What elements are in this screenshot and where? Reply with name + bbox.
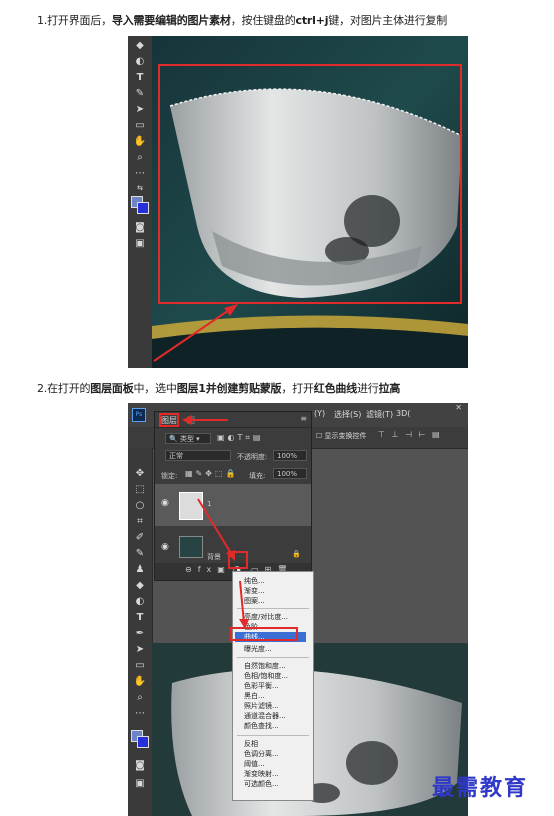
screenshot-1: ◆ ◐ T ✎ ➤ ▭ ✋ ⌕ ⋯ ⇆ ◙ ▣	[128, 36, 468, 368]
step1-instruction: 1.打开界面后，导入需要编辑的图片素材，按住键盘的ctrl+j键，对图片主体进行…	[37, 14, 448, 27]
red-arrow	[153, 304, 238, 362]
screenshot-2: Ps (Y) 选择(S) 滤镜(T) 3D( ✕ ☐ 显示变换控件 ⊤ ⊥ ⊣ …	[128, 403, 468, 816]
red-arrows	[182, 415, 249, 629]
watermark: 最需教育	[432, 775, 529, 801]
step2-instruction: 2.在打开的图层面板中，选中图层1并创建剪贴蒙版，打开红色曲线进行拉高	[37, 382, 401, 395]
